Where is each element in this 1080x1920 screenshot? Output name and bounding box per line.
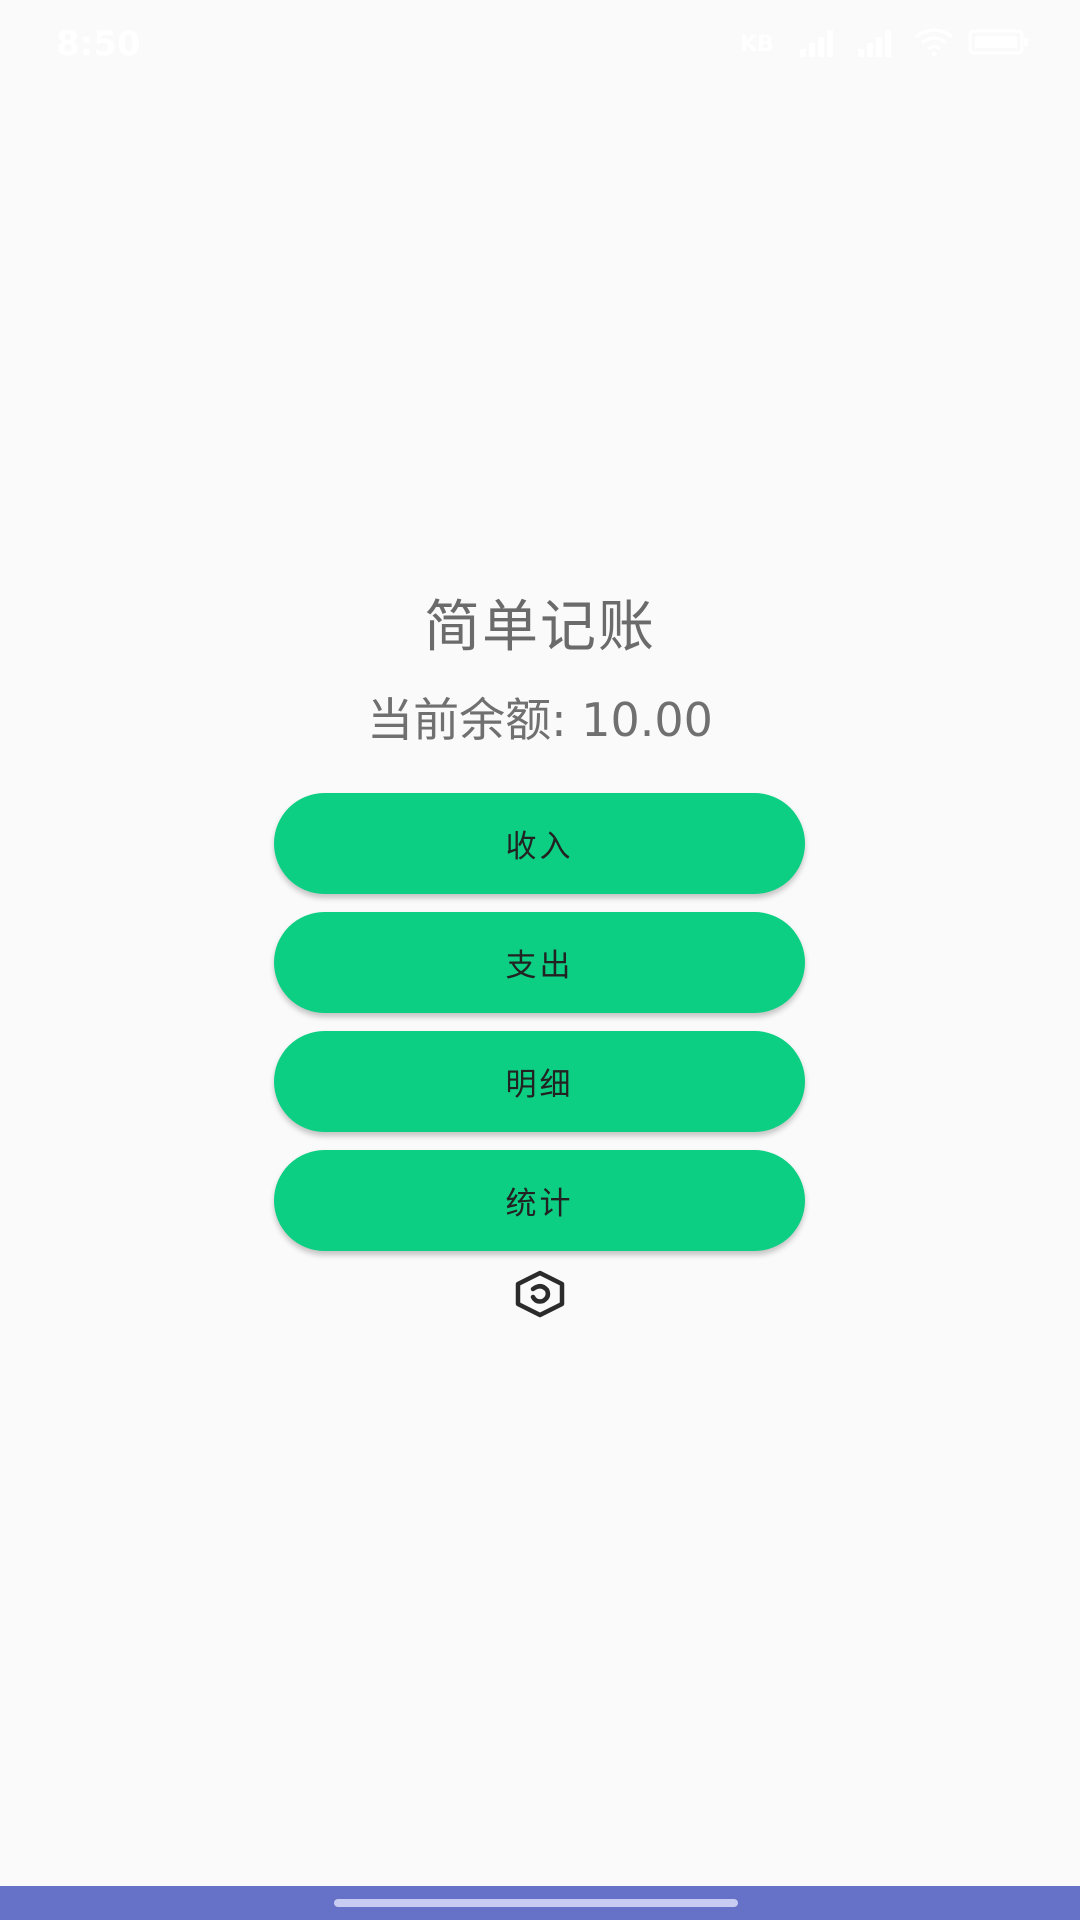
svg-text:KB: KB xyxy=(740,32,774,57)
app-title: 简单记账 xyxy=(424,595,656,660)
hexagon-logo-icon xyxy=(514,1270,566,1318)
stats-button[interactable]: 统计 xyxy=(274,1150,805,1251)
income-button[interactable]: 收入 xyxy=(274,793,805,894)
home-gesture-handle[interactable] xyxy=(334,1899,738,1907)
app-screen: 8:50 KB 简单记账 当前余额: 10.00 收入 支出 明细 统计 xyxy=(0,0,1080,1920)
status-icons: KB xyxy=(740,22,1030,62)
status-time: 8:50 xyxy=(56,24,141,64)
expense-button[interactable]: 支出 xyxy=(274,912,805,1013)
detail-button[interactable]: 明细 xyxy=(274,1031,805,1132)
signal-icon xyxy=(798,27,842,57)
navigation-bar xyxy=(0,1886,1080,1920)
balance-text: 当前余额: 10.00 xyxy=(367,693,713,747)
status-bar: 8:50 KB xyxy=(0,0,1080,84)
data-speed-icon: KB xyxy=(740,27,784,57)
signal-icon xyxy=(856,27,900,57)
wifi-icon xyxy=(914,27,954,57)
battery-icon xyxy=(968,27,1030,57)
